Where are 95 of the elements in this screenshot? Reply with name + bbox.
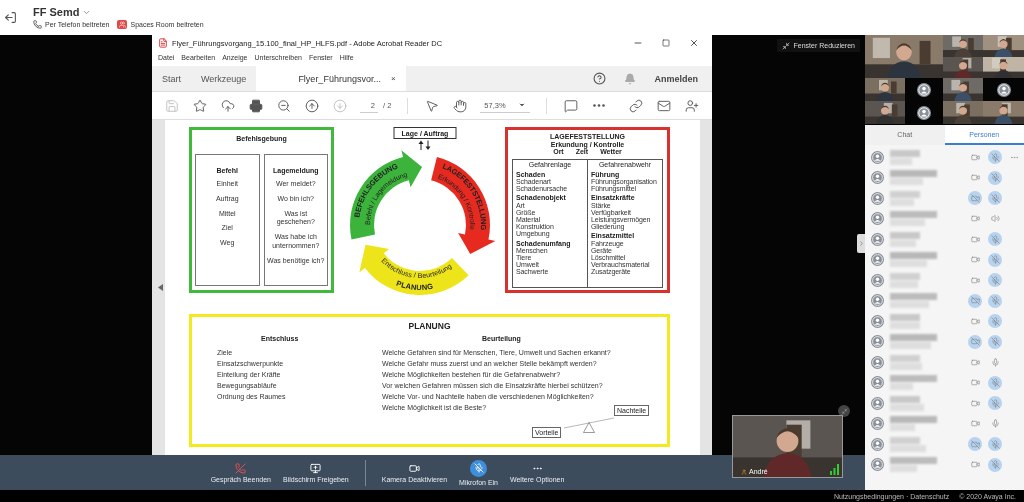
blurred-name <box>890 231 920 247</box>
avatar-icon <box>871 253 884 267</box>
panel-toggle-button[interactable] <box>857 234 865 253</box>
avatar-icon <box>871 458 884 472</box>
blurred-name <box>890 170 937 186</box>
avatar-icon <box>871 335 884 349</box>
phone-off-icon <box>235 462 247 474</box>
blurred-name <box>890 395 924 411</box>
mic-off-icon[interactable] <box>988 232 1002 247</box>
collapse-left-icon[interactable] <box>157 284 163 291</box>
mic-off-icon[interactable] <box>988 150 1002 165</box>
caret-icon <box>517 101 526 109</box>
camera-off-icon[interactable] <box>968 437 982 452</box>
mic-off-icon[interactable] <box>988 396 1002 411</box>
avatar-icon <box>871 314 884 328</box>
blurred-name <box>890 457 937 473</box>
monitor-icon <box>310 462 322 474</box>
star-icon <box>193 98 207 113</box>
mic-off-icon[interactable] <box>988 314 1002 329</box>
close-icon <box>689 38 699 48</box>
sign-in-button[interactable]: Anmelden <box>654 73 698 84</box>
blurred-name <box>890 334 937 350</box>
up-arrow-icon <box>418 140 423 151</box>
avatar-icon <box>871 150 884 164</box>
audio-level-icon <box>830 463 839 475</box>
avatar-icon <box>917 105 931 120</box>
mic-off-icon[interactable] <box>988 334 1002 349</box>
camera-off-icon[interactable] <box>968 293 982 308</box>
avatar-icon <box>871 294 884 308</box>
mic-off-icon[interactable] <box>988 437 1002 452</box>
blurred-name <box>890 272 920 288</box>
user-icon <box>685 98 699 113</box>
avatar-icon <box>871 376 884 390</box>
down-arrow-icon <box>425 140 430 150</box>
mic-off-icon[interactable] <box>988 375 1002 390</box>
avatar-icon <box>871 396 884 410</box>
avatar-icon <box>871 212 884 226</box>
camera-off-icon[interactable] <box>968 191 982 206</box>
room-icon <box>117 20 128 29</box>
blurred-name <box>890 293 937 309</box>
avatar-icon <box>871 191 884 205</box>
prev-icon <box>305 98 319 113</box>
camera-off-icon[interactable] <box>968 334 982 349</box>
blurred-name <box>890 211 937 227</box>
help-icon[interactable] <box>593 72 607 85</box>
blurred-name <box>890 313 920 329</box>
next-icon <box>333 98 347 113</box>
meeting-title: FF Semd <box>33 6 80 18</box>
balance-scale-drawing <box>564 415 614 433</box>
mic-off-icon[interactable] <box>988 191 1002 206</box>
comment-icon <box>563 98 578 113</box>
mic-off-icon[interactable] <box>988 170 1002 185</box>
camera-icon <box>408 462 420 474</box>
blurred-name <box>890 354 922 370</box>
mic-off-icon <box>473 463 484 473</box>
person-icon <box>741 468 747 475</box>
pointer-icon <box>425 98 440 113</box>
mic-off-icon[interactable] <box>988 293 1002 308</box>
mic-off-icon[interactable] <box>988 457 1002 472</box>
avatar-icon <box>871 417 884 431</box>
blurred-name <box>890 252 937 268</box>
avatar-icon <box>871 273 884 287</box>
tab[interactable]: Flyer_Führungsvor... × <box>256 66 406 91</box>
avatar-icon <box>871 437 884 451</box>
blurred-name <box>890 436 926 452</box>
avatar-icon <box>871 171 884 185</box>
panel-title: PLANUNG <box>408 321 451 331</box>
mail-icon <box>657 98 671 113</box>
shrink-icon <box>781 41 790 50</box>
blurred-name <box>890 416 937 432</box>
chevron-right-icon <box>857 240 865 247</box>
pdf-icon <box>158 38 168 48</box>
mic-off-icon[interactable] <box>988 252 1002 267</box>
hand-icon <box>453 98 468 113</box>
avatar-icon <box>871 355 884 369</box>
tab[interactable]: Werkzeuge <box>191 66 257 91</box>
bell-icon[interactable] <box>624 72 637 85</box>
exit-icon[interactable] <box>4 11 17 24</box>
tab-close-button[interactable]: × <box>390 74 396 83</box>
blurred-name <box>890 375 937 391</box>
avatar-icon <box>917 82 931 97</box>
avatar-icon <box>996 82 1011 97</box>
tab[interactable]: Start <box>152 66 191 91</box>
blurred-name <box>890 190 920 206</box>
maximize-icon <box>662 39 670 47</box>
link-icon <box>629 98 643 113</box>
save-icon <box>165 98 179 113</box>
phone-icon <box>33 20 42 29</box>
print-icon <box>249 98 263 113</box>
mic-off-icon[interactable] <box>988 273 1002 288</box>
blurred-name <box>890 149 920 165</box>
zoom-out-icon <box>277 98 291 113</box>
upload-icon <box>221 98 235 113</box>
avatar-icon <box>871 232 884 246</box>
more-icon <box>592 104 605 107</box>
